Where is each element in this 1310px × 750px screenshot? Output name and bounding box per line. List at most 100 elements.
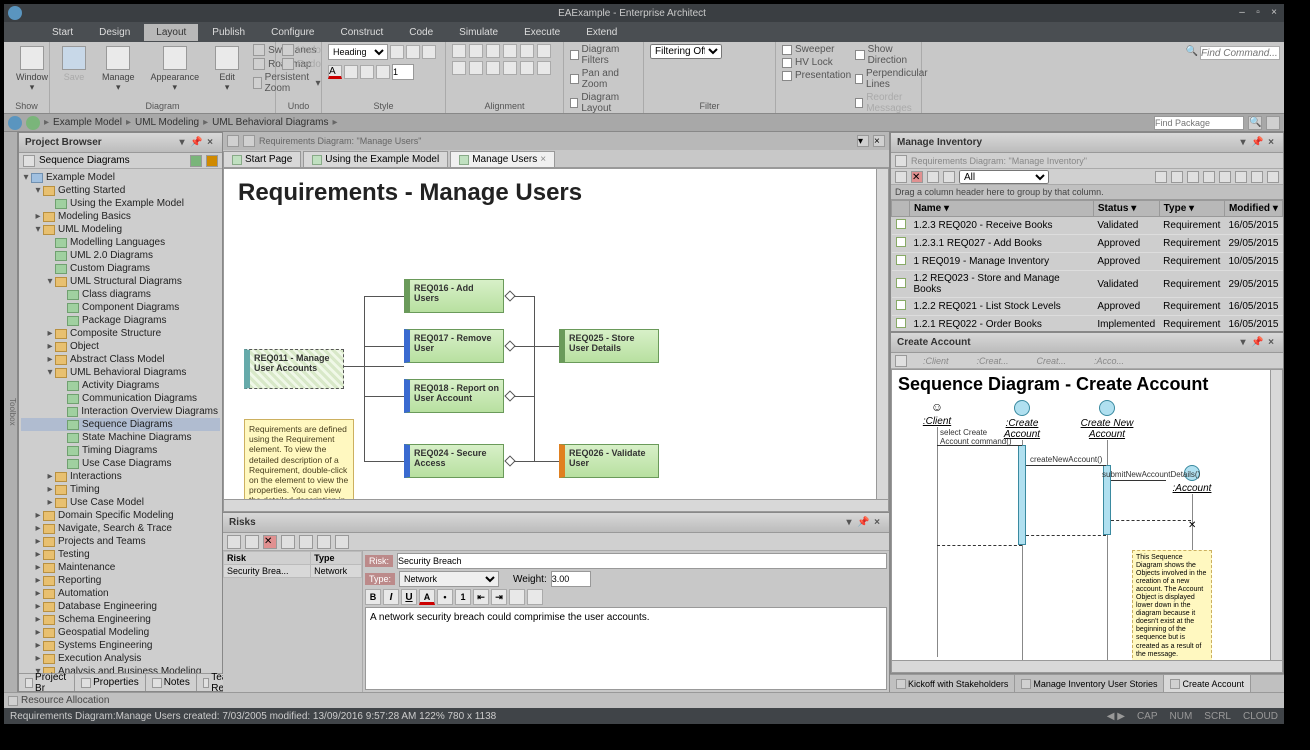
checkbox-icon[interactable] bbox=[570, 74, 579, 84]
status-arrows[interactable]: ◀ ▶ bbox=[1107, 711, 1125, 722]
tree-item[interactable]: ▾Getting Started bbox=[21, 184, 220, 197]
ca-menu-button[interactable]: ▾ bbox=[1237, 337, 1249, 349]
ribbon-tab-design[interactable]: Design bbox=[87, 24, 142, 41]
type-select[interactable]: Network bbox=[399, 571, 499, 587]
breadcrumb-seg[interactable]: UML Behavioral Diagrams bbox=[212, 117, 328, 128]
inv-refresh-icon[interactable] bbox=[927, 171, 939, 183]
ribbon-tab-start[interactable]: Start bbox=[40, 24, 85, 41]
bold-button[interactable]: B bbox=[365, 589, 381, 605]
inv-menu-button[interactable]: ▾ bbox=[1237, 137, 1249, 149]
bottom-tab[interactable]: Manage Inventory User Stories bbox=[1015, 675, 1164, 692]
breadcrumb-seg[interactable]: UML Modeling bbox=[135, 117, 199, 128]
undo-button[interactable]: Undo bbox=[282, 44, 321, 56]
align-right-icon[interactable] bbox=[486, 44, 500, 58]
ribbon-tab-simulate[interactable]: Simulate bbox=[447, 24, 510, 41]
nav-fwd-button[interactable] bbox=[26, 116, 40, 130]
tree-item[interactable]: ▾Example Model bbox=[21, 171, 220, 184]
align-left-icon[interactable] bbox=[452, 44, 466, 58]
tree-item[interactable]: ▾UML Behavioral Diagrams bbox=[21, 366, 220, 379]
group-hint[interactable]: Drag a column header here to group by th… bbox=[891, 185, 1283, 200]
tree-item[interactable]: Activity Diagrams bbox=[21, 379, 220, 392]
tree-item[interactable]: State Machine Diagrams bbox=[21, 431, 220, 444]
inv-tool-icon[interactable] bbox=[1203, 171, 1215, 183]
pan-zoom-button[interactable]: Pan and Zoom bbox=[570, 68, 637, 90]
maximize-button[interactable]: ▫ bbox=[1252, 7, 1264, 19]
appearance-button[interactable]: Appearance▾ bbox=[145, 44, 206, 95]
risks-print-icon[interactable] bbox=[281, 535, 295, 549]
req026-box[interactable]: REQ026 - Validate User bbox=[559, 444, 659, 478]
search-icon[interactable]: 🔍 bbox=[1248, 116, 1262, 130]
tree-item[interactable]: Component Diagrams bbox=[21, 301, 220, 314]
ribbon-tab-code[interactable]: Code bbox=[397, 24, 445, 41]
font-color-icon[interactable]: A bbox=[328, 65, 342, 79]
tree-item[interactable]: ▸Navigate, Search & Trace bbox=[21, 522, 220, 535]
presentation-check[interactable]: Presentation bbox=[782, 70, 851, 81]
fill-color-icon[interactable] bbox=[344, 65, 358, 79]
breadcrumb-seg[interactable]: Example Model bbox=[53, 117, 122, 128]
risks-refresh-icon[interactable] bbox=[299, 535, 313, 549]
sweeper-check[interactable]: Sweeper bbox=[782, 44, 851, 55]
inv-tool-icon[interactable] bbox=[1187, 171, 1199, 183]
panel-menu-button[interactable]: ▾ bbox=[176, 137, 188, 149]
resource-label[interactable]: Resource Allocation bbox=[21, 695, 109, 706]
inv-tool-icon[interactable] bbox=[1219, 171, 1231, 183]
tree-item[interactable]: Use Case Diagrams bbox=[21, 457, 220, 470]
tree-item[interactable]: ▸Maintenance bbox=[21, 561, 220, 574]
italic-button[interactable]: I bbox=[383, 589, 399, 605]
heading-select[interactable]: Heading bbox=[328, 44, 388, 60]
tree-icon[interactable] bbox=[23, 155, 35, 167]
tree-item[interactable]: ▸Domain Specific Modeling bbox=[21, 509, 220, 522]
tree-item[interactable]: ▾UML Modeling bbox=[21, 223, 220, 236]
inv-del-icon[interactable]: ✕ bbox=[911, 171, 923, 183]
pb-tab[interactable]: Notes bbox=[146, 674, 197, 691]
find-command-input[interactable] bbox=[1200, 46, 1280, 60]
same-w-icon[interactable] bbox=[486, 61, 500, 75]
diagram-tab[interactable]: Using the Example Model bbox=[303, 151, 448, 167]
ca-tab[interactable]: :Acco... bbox=[1082, 355, 1136, 367]
req017-box[interactable]: REQ017 - Remove User bbox=[404, 329, 504, 363]
tree-item[interactable]: Sequence Diagrams bbox=[21, 418, 220, 431]
checkbox-icon[interactable] bbox=[570, 50, 579, 60]
inv-print-icon[interactable] bbox=[943, 171, 955, 183]
window-button[interactable]: Window▾ bbox=[10, 44, 54, 95]
ribbon-tab-extend[interactable]: Extend bbox=[574, 24, 629, 41]
checkbox-icon[interactable] bbox=[570, 98, 578, 108]
ribbon-tab-construct[interactable]: Construct bbox=[328, 24, 395, 41]
seq-note[interactable]: This Sequence Diagram shows the Objects … bbox=[1132, 550, 1212, 663]
align-bot-icon[interactable] bbox=[537, 44, 551, 58]
toolbox-tab[interactable]: Toolbox bbox=[4, 132, 18, 692]
risk-input[interactable] bbox=[397, 553, 887, 569]
left-button[interactable]: ⇤ bbox=[473, 589, 489, 605]
table-row[interactable]: 1.2 REQ023 - Store and Manage BooksValid… bbox=[892, 271, 1283, 298]
h-scrollbar[interactable] bbox=[892, 660, 1282, 672]
h-scrollbar[interactable] bbox=[224, 499, 888, 511]
tree-item[interactable]: ▸Object bbox=[21, 340, 220, 353]
tree-item[interactable]: ▸Projects and Teams bbox=[21, 535, 220, 548]
table-row[interactable]: 1 REQ019 - Manage InventoryApprovedRequi… bbox=[892, 253, 1283, 271]
sequence-diagram-canvas[interactable]: Sequence Diagram - Create Account ☺:Clie… bbox=[891, 369, 1283, 673]
risks-save-icon[interactable] bbox=[245, 535, 259, 549]
req024-box[interactable]: REQ024 - Secure Access bbox=[404, 444, 504, 478]
inv-nav-icon[interactable] bbox=[1267, 171, 1279, 183]
tab-close-icon[interactable]: × bbox=[540, 154, 546, 165]
close-button[interactable]: × bbox=[1268, 7, 1280, 19]
inv-new-icon[interactable] bbox=[895, 171, 907, 183]
ca-tab[interactable]: :Client bbox=[911, 355, 961, 367]
tree-item[interactable]: Interaction Overview Diagrams bbox=[21, 405, 220, 418]
diagram-tab[interactable]: Manage Users × bbox=[450, 151, 555, 167]
border-icon[interactable] bbox=[376, 65, 390, 79]
inv-tool-icon[interactable] bbox=[1235, 171, 1247, 183]
risks-pin-button[interactable]: 📌 bbox=[857, 517, 869, 529]
perp-check[interactable]: Perpendicular Lines bbox=[855, 68, 930, 90]
same-h-icon[interactable] bbox=[503, 61, 517, 75]
hvlock-check[interactable]: HV Lock bbox=[782, 57, 851, 68]
color-button[interactable]: A bbox=[419, 589, 435, 605]
diag-close-icon[interactable]: × bbox=[873, 135, 885, 147]
style-paint-icon[interactable] bbox=[390, 45, 404, 59]
risks-more-icon[interactable] bbox=[335, 535, 349, 549]
filter-icon[interactable] bbox=[1266, 116, 1280, 130]
line-width-input[interactable] bbox=[392, 64, 414, 80]
link-button[interactable] bbox=[509, 589, 525, 605]
showdir-check[interactable]: Show Direction bbox=[855, 44, 930, 66]
clear-button[interactable] bbox=[527, 589, 543, 605]
